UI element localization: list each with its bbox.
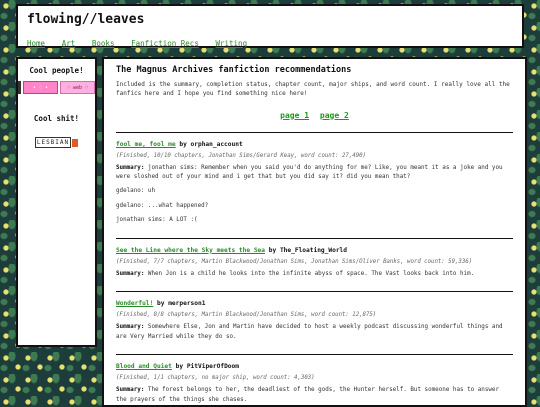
page-title: The Magnus Archives fanfiction recommend… bbox=[116, 65, 352, 75]
fic-extra-line: jonathan sims: A LOT :( bbox=[116, 217, 198, 224]
nav-link-writing[interactable]: Writing bbox=[215, 39, 247, 48]
fic-meta: (Finished, 8/8 chapters, Martin Blackwoo… bbox=[116, 312, 377, 319]
fic-entry: See the Line where the Sky meets the Sea… bbox=[116, 239, 513, 293]
nav-link-home[interactable]: Home bbox=[27, 39, 45, 48]
sidebar: Cool people! • ♡ • ♡ web ♡ Cool shit! LE… bbox=[16, 57, 97, 347]
site-title: flowing//leaves bbox=[27, 12, 145, 27]
lesbian-stamp: LESBIAN bbox=[34, 137, 79, 148]
friend-button-2[interactable]: ♡ web ♡ bbox=[59, 81, 96, 94]
fic-summary: Summary: When Jon is a child he looks in… bbox=[116, 270, 513, 279]
fic-summary: Summary: The forest belongs to her, the … bbox=[116, 386, 513, 405]
button-edge bbox=[18, 81, 21, 94]
fic-author: The_Floating_World bbox=[279, 246, 347, 254]
fic-meta: (Finished, 10/10 chapters, Jonathan Sims… bbox=[116, 152, 366, 159]
summary-label: Summary: bbox=[116, 324, 145, 331]
fic-author: merperson1 bbox=[168, 300, 206, 308]
main-nav: Home Art Books Fanfiction Recs Writing bbox=[27, 31, 522, 50]
site-header: flowing//leaves Home Art Books Fanfictio… bbox=[16, 4, 524, 48]
cool-people-heading: Cool people! bbox=[29, 66, 84, 75]
stamp-flag-icon bbox=[72, 138, 79, 147]
fic-extra-line: gdelano: uh bbox=[116, 188, 156, 195]
fic-meta: (Finished, 1/1 chapters, no major ship, … bbox=[116, 375, 315, 382]
fic-entry: Wonderful! by merperson1 (Finished, 8/8 … bbox=[116, 292, 513, 356]
summary-text: The forest belongs to her, the deadliest… bbox=[116, 387, 500, 403]
fic-extra-line: gdelano: ...what happened? bbox=[116, 202, 209, 209]
stamp-text: LESBIAN bbox=[34, 137, 72, 148]
page-2-link[interactable]: page 2 bbox=[320, 111, 349, 120]
fic-by: by bbox=[179, 140, 187, 148]
summary-label: Summary: bbox=[116, 387, 145, 394]
cool-people-buttons: • ♡ • ♡ web ♡ bbox=[18, 81, 96, 94]
nav-link-fanfiction-recs[interactable]: Fanfiction Recs bbox=[131, 39, 199, 48]
nav-link-books[interactable]: Books bbox=[92, 39, 115, 48]
summary-text: Somewhere Else, Jon and Martin have deci… bbox=[116, 324, 503, 340]
fic-by: by bbox=[268, 246, 277, 254]
summary-text: When Jon is a child he looks into the in… bbox=[147, 270, 475, 277]
fic-title-link[interactable]: Wonderful! bbox=[116, 300, 153, 307]
main-content: The Magnus Archives fanfiction recommend… bbox=[102, 57, 527, 407]
fic-title-link[interactable]: fool me, fool me bbox=[116, 141, 176, 148]
pagination: page 1 page 2 bbox=[116, 111, 513, 120]
summary-label: Summary: bbox=[116, 270, 145, 277]
fic-author: orphan_account bbox=[190, 140, 243, 148]
fic-summary: Summary: jonathan sims: Remember when yo… bbox=[116, 164, 513, 183]
fic-entry: fool me, fool me by orphan_account (Fini… bbox=[116, 133, 513, 239]
fic-title-link[interactable]: See the Line where the Sky meets the Sea bbox=[116, 247, 265, 254]
page-1-link[interactable]: page 1 bbox=[280, 111, 309, 120]
fic-summary: Summary: Somewhere Else, Jon and Martin … bbox=[116, 323, 513, 342]
nav-link-art[interactable]: Art bbox=[62, 39, 76, 48]
summary-text: jonathan sims: Remember when you said yo… bbox=[116, 164, 503, 181]
fic-by: by bbox=[157, 300, 165, 308]
intro-text: Included is the summary, completion stat… bbox=[116, 81, 510, 98]
fic-author: PitViperOfDoom bbox=[186, 363, 239, 371]
friend-button-1[interactable]: • ♡ • bbox=[22, 81, 58, 94]
fic-by: by bbox=[175, 363, 184, 371]
fic-meta: (Finished, 7/7 chapters, Martin Blackwoo… bbox=[116, 258, 473, 265]
cool-shit-heading: Cool shit! bbox=[33, 114, 80, 123]
summary-label: Summary: bbox=[116, 164, 145, 171]
fic-title-link[interactable]: Blood and Quiet bbox=[116, 363, 172, 370]
fic-entry: Blood and Quiet by PitViperOfDoom (Finis… bbox=[116, 355, 513, 405]
